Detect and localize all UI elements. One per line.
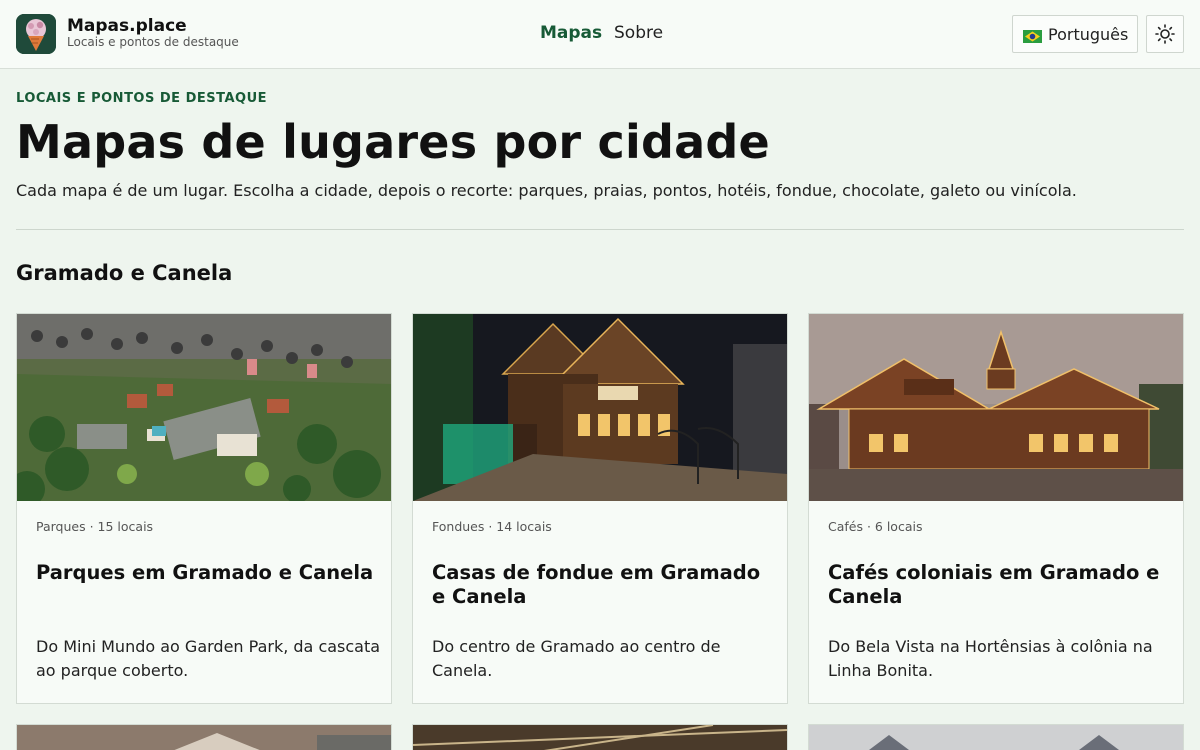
card-photo-bela-vista[interactable] (809, 314, 1183, 501)
brand-name[interactable]: Mapas.place (67, 16, 187, 36)
map-card-parques[interactable]: Parques · 15 locais Parques em Gramado e… (16, 313, 392, 704)
card-description: Do Bela Vista na Hortênsias à colônia na… (828, 637, 1153, 680)
card-description: Do Mini Mundo ao Garden Park, da cascata… (36, 637, 381, 680)
card-meta: Fondues · 14 locais (432, 519, 552, 534)
card-photo-mini-mundo[interactable] (17, 314, 391, 501)
ice-cream-logo-icon (16, 14, 56, 54)
card-description: Do centro de Gramado ao centro de Canela… (432, 637, 721, 680)
card-title[interactable]: Casas de fondue em Gramado e Canela (432, 561, 777, 609)
divider (16, 229, 1184, 230)
page-title: Mapas de lugares por cidade (16, 115, 770, 169)
card-title[interactable]: Cafés coloniais em Gramado e Canela (828, 561, 1173, 609)
card-photo-partial (17, 725, 391, 750)
sun-icon (1155, 24, 1175, 44)
page-lead: Cada mapa é de um lugar. Escolha a cidad… (16, 181, 1077, 200)
theme-toggle-button[interactable] (1146, 15, 1184, 53)
site-header: Mapas.place Locais e pontos de destaque … (0, 0, 1200, 69)
city-heading: Gramado e Canela (16, 261, 233, 285)
card-title[interactable]: Parques em Gramado e Canela (36, 561, 381, 585)
card-photo-partial (809, 725, 1183, 750)
map-card-partial[interactable] (808, 724, 1184, 750)
map-card-cafes[interactable]: Cafés · 6 locais Cafés coloniais em Gram… (808, 313, 1184, 704)
card-photo-le-chalet[interactable] (413, 314, 787, 501)
map-card-partial[interactable] (412, 724, 788, 750)
map-card-partial[interactable] (16, 724, 392, 750)
card-meta: Parques · 15 locais (36, 519, 154, 534)
logo[interactable] (16, 14, 56, 54)
card-meta: Cafés · 6 locais (828, 519, 923, 534)
nav-item-mapas[interactable]: Mapas (540, 23, 602, 43)
language-selector-button[interactable]: Português (1012, 15, 1138, 53)
card-photo-partial (413, 725, 787, 750)
map-card-fondues[interactable]: Fondues · 14 locais Casas de fondue em G… (412, 313, 788, 704)
nav-item-sobre[interactable]: Sobre (614, 23, 663, 43)
brazil-flag-icon (1023, 28, 1042, 43)
language-label: Português (1048, 24, 1129, 44)
section-eyebrow: LOCAIS E PONTOS DE DESTAQUE (16, 91, 268, 106)
brand-tagline: Locais e pontos de destaque (67, 35, 239, 49)
